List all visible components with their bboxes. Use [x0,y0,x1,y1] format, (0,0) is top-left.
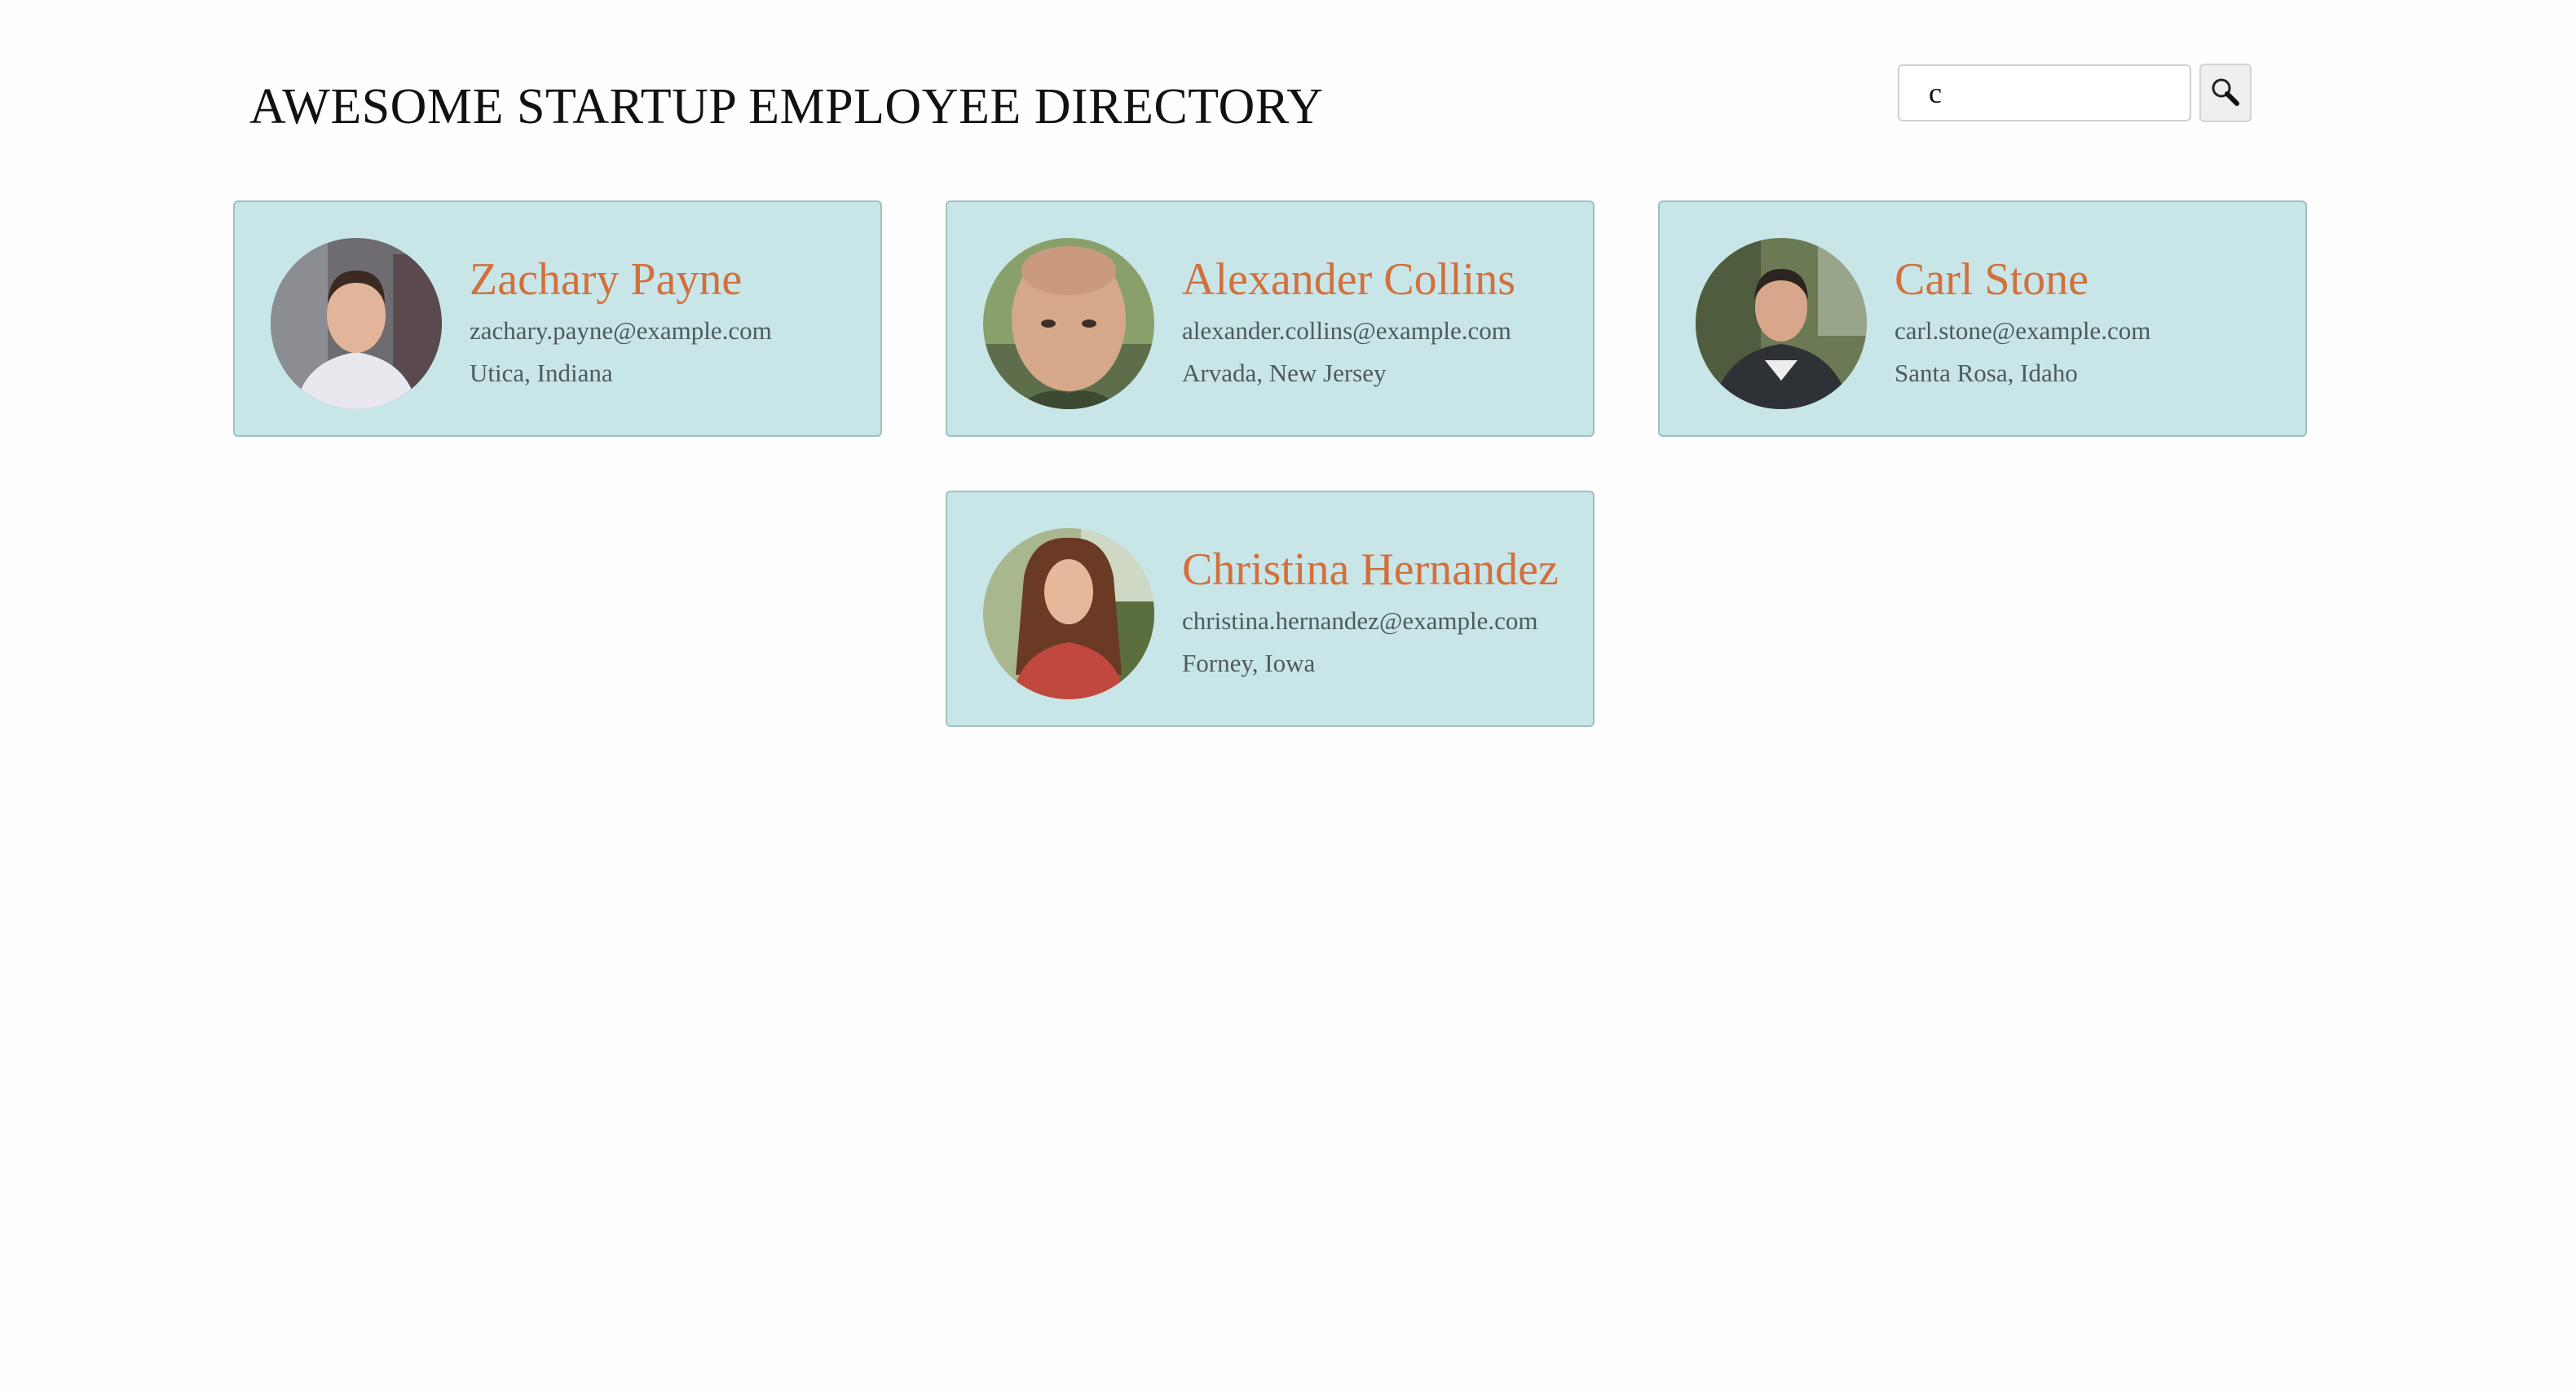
employee-email: christina.hernandez@example.com [1182,606,1538,635]
employee-name: Carl Stone [1895,254,2089,305]
employee-info: Carl Stone carl.stone@example.com Santa … [1895,251,2150,394]
page: AWESOME STARTUP EMPLOYEE DIRECTORY c Zac… [0,0,2576,1392]
employee-location: Santa Rosa, Idaho [1895,359,2078,387]
employee-avatar [271,238,442,409]
search-form [1898,64,2252,122]
employee-location: Forney, Iowa [1182,649,1316,677]
employee-info: Zachary Payne zachary.payne@example.com … [470,251,772,394]
employee-avatar [983,528,1154,699]
employee-card[interactable]: Carl Stone carl.stone@example.com Santa … [1658,200,2307,437]
employee-email: alexander.collins@example.com [1182,316,1511,345]
employee-avatar [983,238,1154,409]
search-icon [2209,76,2242,111]
employee-info: Christina Hernandez christina.hernandez@… [1182,541,1559,685]
employee-card[interactable]: Zachary Payne zachary.payne@example.com … [233,200,882,437]
employee-name: Christina Hernandez [1182,544,1559,595]
search-input[interactable] [1898,64,2191,121]
employee-avatar [1696,238,1867,409]
employee-name: Zachary Payne [470,254,743,305]
employee-card[interactable]: Christina Hernandez christina.hernandez@… [946,491,1595,727]
employee-location: Utica, Indiana [470,359,613,387]
employee-location: Arvada, New Jersey [1182,359,1387,387]
employee-email: zachary.payne@example.com [470,316,772,345]
employee-info: Alexander Collins alexander.collins@exam… [1182,251,1515,394]
employee-card[interactable]: Alexander Collins alexander.collins@exam… [946,200,1595,437]
employee-email: carl.stone@example.com [1895,316,2151,345]
employee-name: Alexander Collins [1182,254,1516,305]
search-button[interactable] [2199,64,2252,122]
page-title: AWESOME STARTUP EMPLOYEE DIRECTORY [249,79,1324,134]
